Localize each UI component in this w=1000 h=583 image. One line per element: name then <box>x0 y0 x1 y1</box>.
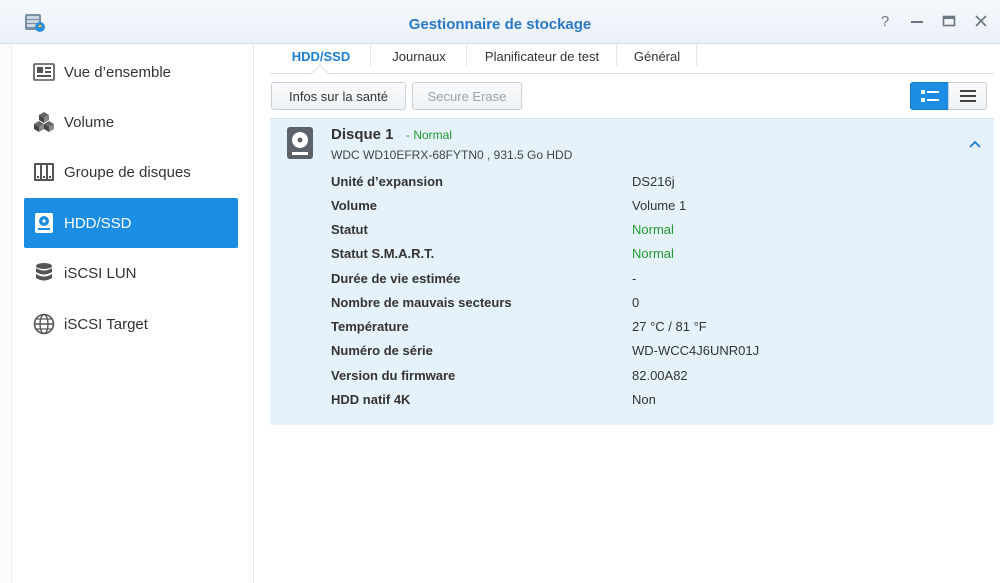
detail-label-temperature: Température <box>331 319 409 334</box>
window-title: Gestionnaire de stockage <box>408 16 592 33</box>
close-icon[interactable] <box>973 14 989 30</box>
health-info-button[interactable]: Infos sur la santé <box>271 82 406 110</box>
detail-value-status: Normal <box>632 222 674 237</box>
detail-label-status: Statut <box>331 222 368 237</box>
tab-test-scheduler[interactable]: Planificateur de test <box>467 38 617 74</box>
window-left-edge <box>0 44 12 583</box>
detail-label-smart-status: Statut S.M.A.R.T. <box>331 246 435 261</box>
detail-value-temperature: 27 °C / 81 °F <box>632 319 707 334</box>
sidebar-item-volume[interactable]: Volume <box>24 97 238 147</box>
detail-value-expansion-unit: DS216j <box>632 174 675 189</box>
detail-view-icon <box>920 90 939 102</box>
detail-value-volume: Volume 1 <box>632 198 687 213</box>
disk-group-icon <box>33 161 55 183</box>
detail-value-smart-status: Normal <box>632 246 674 261</box>
sidebar-item-label: Vue d’ensemble <box>64 63 172 81</box>
disk-name: Disque 1 <box>331 126 394 143</box>
sidebar-item-hdd-ssd[interactable]: HDD/SSD <box>24 198 238 248</box>
detail-label-serial-number: Numéro de série <box>331 343 433 358</box>
detail-label-volume: Volume <box>331 198 377 213</box>
tab-general[interactable]: Général <box>617 38 697 74</box>
volume-cubes-icon <box>33 111 55 133</box>
disk-model: WDC WD10EFRX-68FYTN0 , 931.5 Go HDD <box>331 148 573 162</box>
globe-icon <box>33 313 55 335</box>
tab-journaux[interactable]: Journaux <box>371 38 467 74</box>
list-view-icon <box>959 90 976 102</box>
hdd-icon <box>33 212 55 234</box>
detail-value-firmware-version: 82.00A82 <box>632 368 688 383</box>
detail-value-native-4k: Non <box>632 392 656 407</box>
chevron-up-icon[interactable] <box>967 136 983 152</box>
sidebar-item-label: Groupe de disques <box>64 163 191 181</box>
sidebar-item-label: iSCSI LUN <box>64 264 137 282</box>
sidebar-item-label: HDD/SSD <box>64 214 132 232</box>
detail-value-bad-sectors: 0 <box>632 295 640 310</box>
overview-icon <box>33 61 55 83</box>
detail-value-estimated-lifespan: - <box>632 271 637 286</box>
sidebar-item-label: Volume <box>64 113 115 131</box>
sidebar-item-iscsi-lun[interactable]: iSCSI LUN <box>24 248 238 298</box>
sidebar-item-iscsi-target[interactable]: iSCSI Target <box>24 299 238 349</box>
detail-label-native-4k: HDD natif 4K <box>331 392 411 407</box>
tab-divider <box>696 44 697 66</box>
maximize-icon[interactable] <box>941 14 957 30</box>
detail-label-bad-sectors: Nombre de mauvais secteurs <box>331 295 512 310</box>
secure-erase-button[interactable]: Secure Erase <box>412 82 522 110</box>
sidebar-item-overview[interactable]: Vue d’ensemble <box>24 47 238 97</box>
disk-status: - Normal <box>406 128 453 142</box>
detail-label-firmware-version: Version du firmware <box>331 368 456 383</box>
disk-icon <box>287 127 313 159</box>
help-icon[interactable]: ? <box>877 14 893 30</box>
sidebar-item-disk-group[interactable]: Groupe de disques <box>24 147 238 197</box>
detail-value-serial-number: WD-WCC4J6UNR01J <box>632 343 760 358</box>
list-view-button[interactable] <box>948 82 987 110</box>
tab-bar: HDD/SSD Journaux Planificateur de test G… <box>270 38 994 74</box>
detail-label-estimated-lifespan: Durée de vie estimée <box>331 271 461 286</box>
minimize-icon[interactable] <box>909 14 925 30</box>
database-icon <box>33 262 55 284</box>
detail-view-button[interactable] <box>910 82 949 110</box>
sidebar: Vue d’ensemble Volume Groupe de disques … <box>12 44 254 583</box>
sidebar-item-label: iSCSI Target <box>64 315 148 333</box>
detail-label-expansion-unit: Unité d’expansion <box>331 174 443 189</box>
